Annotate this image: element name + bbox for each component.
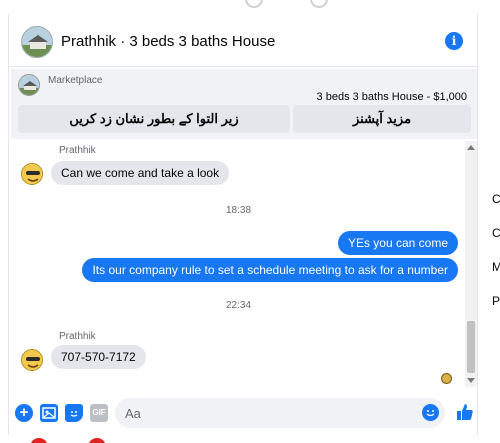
message-bubble: Can we come and take a look [51,161,230,185]
emoji-icon[interactable] [422,404,439,421]
plus-icon[interactable]: + [15,404,33,422]
sticker-icon[interactable] [65,404,83,422]
marketplace-label: Marketplace [48,75,103,86]
sender-avatar[interactable] [21,163,43,185]
bottom-icon [88,438,106,443]
read-receipt-avatar [441,373,452,384]
chat-window: Prathhik · 3 beds 3 baths House i Market… [8,14,479,435]
timestamp: 22:34 [226,300,252,311]
scroll-thumb[interactable] [467,321,475,373]
scroll-down-arrow[interactable] [467,378,475,383]
scroll-up-arrow[interactable] [467,145,475,150]
info-icon[interactable]: i [445,32,463,50]
message-placeholder: Aa [125,406,141,421]
message-bubble: 707-570-7172 [51,345,146,369]
like-icon[interactable] [455,402,475,422]
mark-as-pending-button[interactable]: زیر التوا کے بطور نشان زد کریں [18,105,290,133]
top-browser-strip [0,0,500,14]
listing-title[interactable]: 3 beds 3 baths House - $1,000 [317,91,467,103]
sender-name: Prathhik [59,145,96,156]
sender-name: Prathhik [59,331,96,342]
message-input[interactable]: Aa [115,398,445,428]
message-list: Prathhik Can we come and take a look 18:… [9,141,464,387]
sender-avatar[interactable] [21,349,43,371]
house-avatar[interactable] [21,26,53,58]
gif-icon[interactable]: GIF [90,404,108,422]
listing-thumbnail[interactable] [18,74,40,96]
chat-header: Prathhik · 3 beds 3 baths House i [9,22,479,66]
message-bubble: Its our company rule to set a schedule m… [82,258,458,282]
side-item[interactable]: P [492,294,500,308]
side-item[interactable]: C [492,226,500,240]
photo-icon[interactable] [40,404,58,422]
top-icon [245,0,263,8]
header-divider [9,66,479,67]
top-icon [310,0,328,8]
bottom-browser-strip [0,436,500,443]
marketplace-panel: Marketplace 3 beds 3 baths House - $1,00… [11,69,477,139]
page: Prathhik · 3 beds 3 baths House i Market… [0,0,500,443]
bottom-icon [30,438,48,443]
composer: + GIF Aa [9,394,479,434]
chat-title[interactable]: Prathhik · 3 beds 3 baths House [61,33,275,50]
more-options-button[interactable]: مزید آپشنز [293,105,471,133]
message-scrollbar[interactable] [465,141,477,387]
message-bubble: YEs you can come [337,231,458,255]
side-item[interactable]: M [492,260,500,274]
timestamp: 18:38 [226,205,252,216]
side-item[interactable]: C [492,192,500,206]
